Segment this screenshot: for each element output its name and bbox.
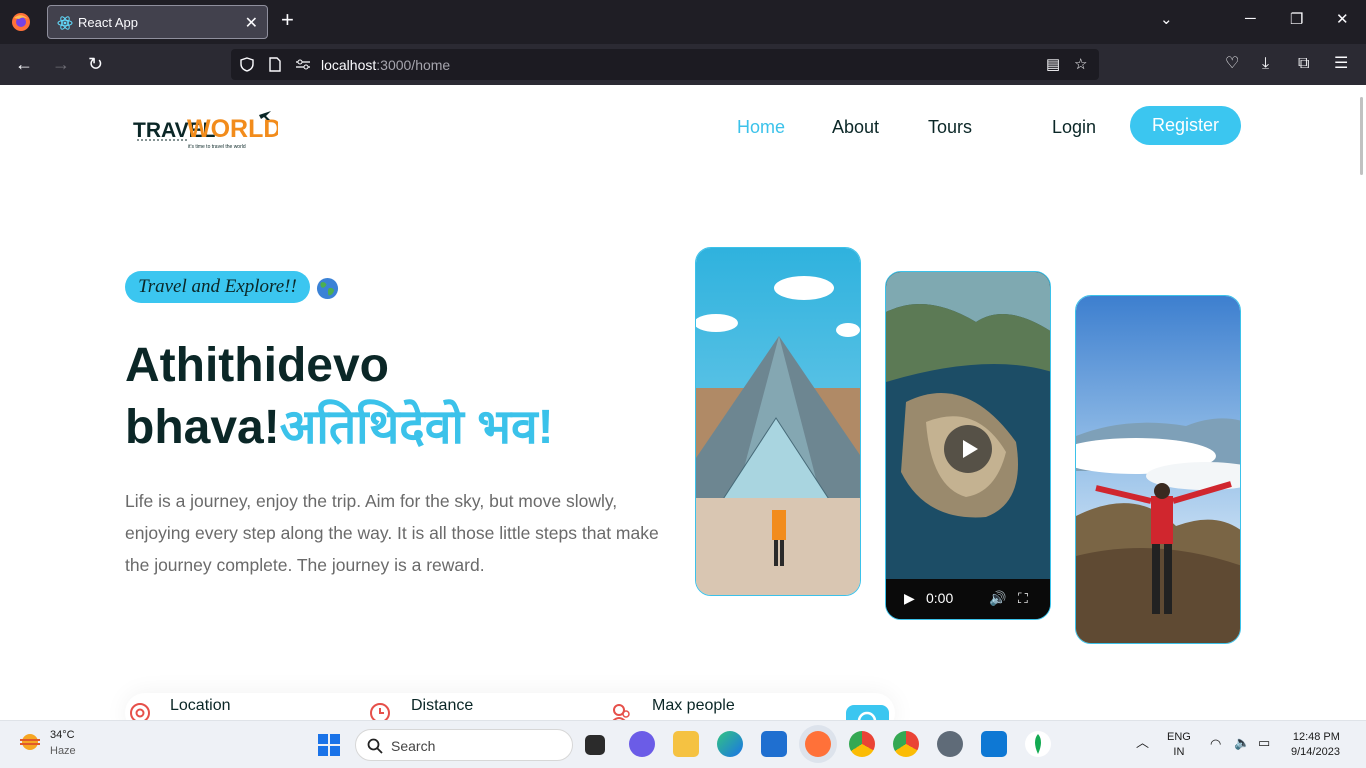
menu-hamburger-icon[interactable]: ☰ xyxy=(1334,54,1348,74)
extensions-icon[interactable]: ⧉ xyxy=(1298,54,1309,74)
hero-title-line1: Athithidevo xyxy=(125,339,389,392)
weather-description: Haze xyxy=(50,745,76,757)
search-icon xyxy=(367,738,383,754)
hero-badge: Travel and Explore!! xyxy=(125,271,310,303)
file-explorer-icon[interactable] xyxy=(673,731,699,757)
mongodb-icon[interactable] xyxy=(1025,731,1051,757)
shield-icon[interactable] xyxy=(240,57,254,72)
volume-icon[interactable]: 🔊 xyxy=(989,590,1006,607)
search-icon xyxy=(857,711,877,720)
hero-title: Athithidevo bhava!अतिथिदेवो भव! xyxy=(125,335,554,459)
location-pin-icon xyxy=(130,703,150,720)
browser-tab-react-app[interactable]: React App ✕ xyxy=(47,5,268,39)
bookmark-star-icon[interactable]: ☆ xyxy=(1074,55,1087,73)
page-content: TRAVEL WORLD it's time to travel the wor… xyxy=(0,85,1366,720)
react-icon xyxy=(57,16,73,30)
search-button[interactable] xyxy=(846,705,889,720)
tab-list-chevron-icon[interactable]: ⌄ xyxy=(1160,10,1173,28)
play-overlay-button[interactable] xyxy=(944,425,992,473)
browser-tab-bar: React App ✕ + ⌄ ─ ❐ ✕ xyxy=(0,0,1366,44)
play-icon[interactable]: ▶ xyxy=(904,590,915,607)
logo-graphic: TRAVEL WORLD it's time to travel the wor… xyxy=(133,111,281,150)
restore-button[interactable]: ❐ xyxy=(1290,10,1303,28)
reader-view-icon[interactable]: ▤ xyxy=(1046,55,1060,73)
nav-home[interactable]: Home xyxy=(737,117,785,138)
vscode-icon[interactable] xyxy=(981,731,1007,757)
firefox-icon[interactable] xyxy=(11,12,31,32)
globe-icon xyxy=(316,277,339,300)
connection-settings-icon[interactable] xyxy=(295,59,311,70)
taskbar-search-label: Search xyxy=(391,738,436,754)
download-icon[interactable]: ⤓ xyxy=(1262,54,1269,74)
url-text[interactable]: localhost:3000/home xyxy=(321,57,450,73)
hero-title-highlight: अतिथिदेवो भव! xyxy=(279,401,554,454)
video-controls: ▶ 0:00 🔊 ⛶ xyxy=(886,579,1050,619)
fullscreen-icon[interactable]: ⛶ xyxy=(1018,590,1028,607)
max-people-label: Max people xyxy=(652,697,735,714)
language-eng: ENG xyxy=(1167,731,1191,743)
volume-tray-icon[interactable]: 🔈 xyxy=(1234,735,1250,750)
clock-date: 9/14/2023 xyxy=(1291,746,1340,758)
login-button[interactable]: Login xyxy=(1052,117,1096,138)
logo-text-world: WORLD xyxy=(187,115,278,143)
back-arrow-icon[interactable]: ← xyxy=(15,54,33,74)
clock-icon xyxy=(370,703,390,720)
settings-gear-icon[interactable] xyxy=(937,731,963,757)
search-bar xyxy=(125,693,895,720)
new-tab-button[interactable]: + xyxy=(281,9,294,31)
close-window-button[interactable]: ✕ xyxy=(1336,10,1349,28)
page-scrollbar[interactable] xyxy=(1360,97,1363,175)
weather-haze-icon[interactable] xyxy=(18,730,42,754)
nav-tours[interactable]: Tours xyxy=(928,117,972,138)
clock[interactable]: 12:48 PM 9/14/2023 xyxy=(1291,730,1340,760)
hero-title-line2: bhava! xyxy=(125,401,280,454)
teams-chat-icon[interactable] xyxy=(629,731,655,757)
task-view-icon[interactable] xyxy=(585,735,605,755)
url-path: :3000/home xyxy=(376,57,451,73)
reload-icon[interactable]: ↻ xyxy=(88,54,103,74)
location-label: Location xyxy=(170,697,231,714)
people-icon xyxy=(612,704,630,720)
distance-label: Distance xyxy=(411,697,474,714)
show-hidden-icons-chevron[interactable]: ︿ xyxy=(1136,735,1149,750)
weather-temperature: 34°C xyxy=(50,729,75,741)
close-tab-icon[interactable]: ✕ xyxy=(245,13,258,33)
address-bar[interactable]: localhost:3000/home ▤ ☆ xyxy=(231,49,1099,80)
forward-arrow-icon[interactable]: → xyxy=(52,54,70,74)
windows-taskbar: 34°C Haze Search ︿ ENG IN ◠ 🔈 ▭ 12:48 PM… xyxy=(0,720,1366,768)
chrome-profile-2-icon[interactable] xyxy=(893,731,919,757)
page-icon[interactable] xyxy=(269,57,281,72)
tab-title: React App xyxy=(78,15,138,30)
hero-image-louvre xyxy=(695,247,861,596)
video-time: 0:00 xyxy=(926,590,954,606)
microsoft-store-icon[interactable] xyxy=(761,731,787,757)
windows-start-icon[interactable] xyxy=(318,734,340,756)
minimize-button[interactable]: ─ xyxy=(1245,10,1256,27)
logo-tagline: it's time to travel the world xyxy=(188,144,246,150)
hero-description: Life is a journey, enjoy the trip. Aim f… xyxy=(125,491,659,575)
language-in: IN xyxy=(1173,746,1185,758)
battery-icon[interactable]: ▭ xyxy=(1258,735,1270,750)
clock-time: 12:48 PM xyxy=(1292,731,1340,743)
wifi-icon[interactable]: ◠ xyxy=(1210,736,1221,751)
edge-icon[interactable] xyxy=(717,731,743,757)
chrome-profile-1-icon[interactable] xyxy=(849,731,875,757)
browser-nav-bar: ← → ↻ localhost:3000/home ▤ ☆ ♡ ⤓ ⧉ ☰ xyxy=(0,44,1366,85)
firefox-taskbar-icon[interactable] xyxy=(805,731,831,757)
language-indicator[interactable]: ENG IN xyxy=(1167,730,1191,760)
hero-image-hiker xyxy=(1075,295,1241,644)
nav-about[interactable]: About xyxy=(832,117,879,138)
travel-world-logo[interactable]: TRAVEL WORLD it's time to travel the wor… xyxy=(133,107,281,153)
hero-video[interactable]: ▶ 0:00 🔊 ⛶ xyxy=(885,271,1051,620)
taskbar-search[interactable]: Search xyxy=(355,729,573,761)
pocket-icon[interactable]: ♡ xyxy=(1225,54,1239,74)
register-button[interactable]: Register xyxy=(1130,106,1241,145)
url-host: localhost xyxy=(321,57,377,73)
